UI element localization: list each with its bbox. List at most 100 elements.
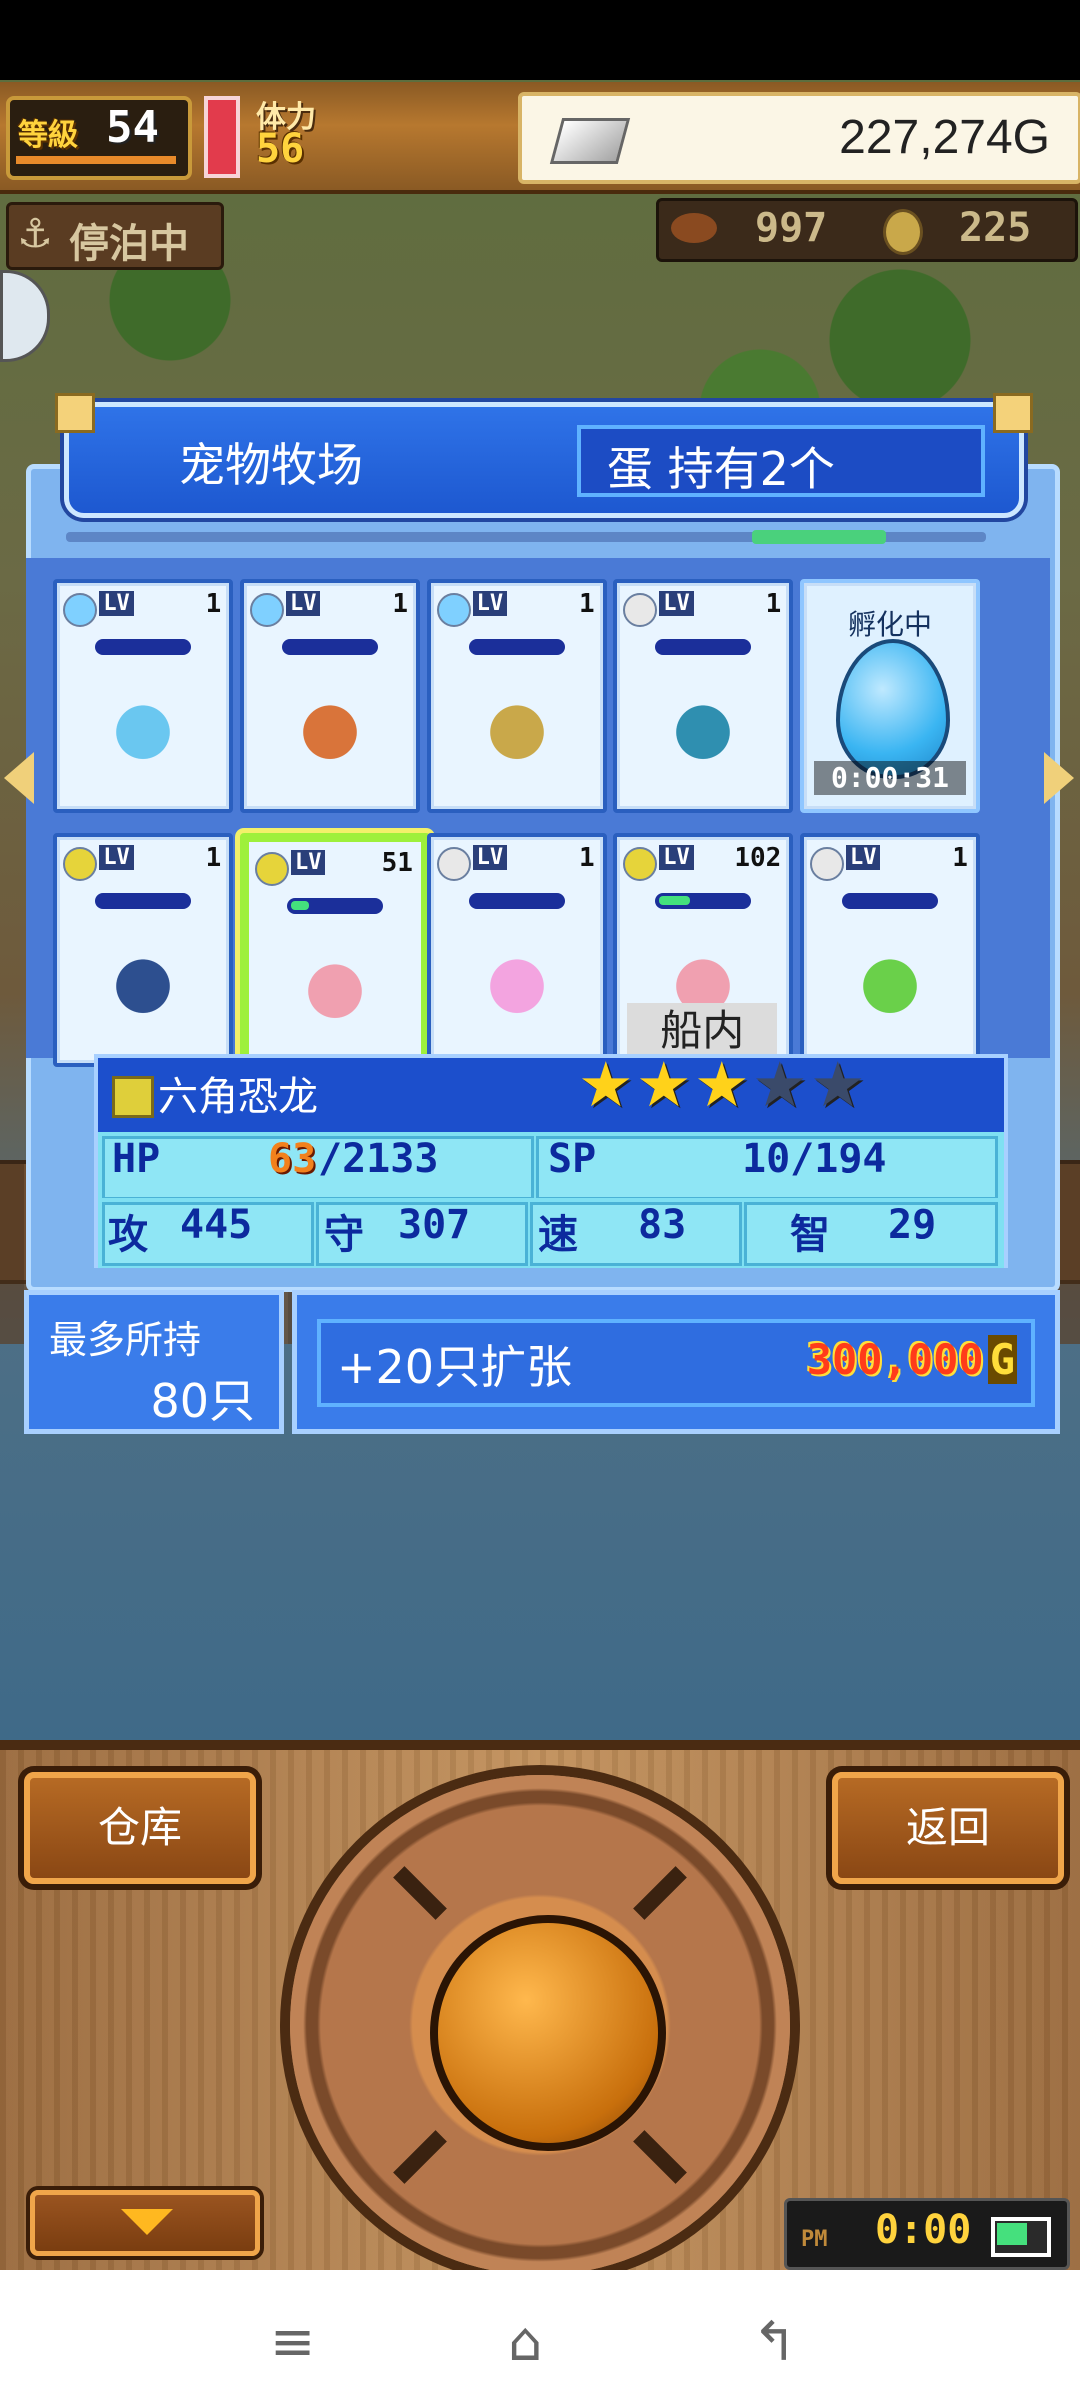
rarity-stars: ★ ★ ★ ★ ★ — [578, 1048, 866, 1132]
pet-level: 51 — [381, 847, 413, 878]
coin-count: 225 — [959, 205, 1032, 251]
pet-card[interactable]: LV 1 — [426, 578, 607, 813]
capacity-box: 最多所持 80只 — [24, 1290, 284, 1434]
lv-label: LV — [99, 590, 134, 616]
corner-ornament — [993, 393, 1033, 433]
control-panel: 仓库 返回 PM 0:00 — [0, 1740, 1080, 2280]
page-scroll-thumb[interactable] — [752, 530, 886, 544]
coin-icon — [883, 209, 923, 255]
dpad-notch — [633, 2130, 687, 2184]
water-element-icon — [63, 592, 98, 627]
food-icon — [671, 213, 717, 243]
pet-level: 1 — [952, 842, 968, 873]
pet-level: 1 — [578, 588, 595, 619]
pet-card[interactable]: LV 1 — [613, 578, 794, 813]
star-filled-icon: ★ — [636, 1048, 692, 1121]
squid-sprite — [289, 688, 370, 761]
pet-card[interactable]: LV 51 — [239, 832, 430, 1077]
clock-time: 0:00 — [875, 2207, 972, 2253]
lv-label: LV — [99, 844, 134, 870]
scroll-down-button[interactable] — [30, 2190, 260, 2256]
egg-slot[interactable]: 孵化中 0:00:31 — [799, 578, 980, 813]
system-nav-bar: ≡ ⌂ ↰ — [0, 2270, 1080, 2400]
expand-capacity-button[interactable]: +20只扩张 300,000 G — [292, 1290, 1060, 1434]
int-label: 智 — [790, 1212, 830, 1258]
thunder-element-icon — [254, 851, 289, 886]
slime-sprite — [103, 688, 184, 761]
pet-card[interactable]: LV 102 船内 — [613, 832, 794, 1067]
pet-card[interactable]: LV 1 — [799, 832, 980, 1067]
exp-bar — [286, 897, 383, 914]
water-element-icon — [249, 592, 284, 627]
directional-pad[interactable] — [290, 1775, 790, 2275]
level-box: 等級 54 — [6, 96, 192, 180]
star-filled-icon: ★ — [578, 1048, 634, 1121]
exp-fill — [290, 900, 309, 910]
gold-amount: 227,274G — [839, 111, 1050, 164]
dpad-notch — [393, 1866, 447, 1920]
expand-currency: G — [987, 1335, 1017, 1384]
lv-label: LV — [659, 590, 694, 616]
water-element-icon — [436, 592, 471, 627]
back-icon[interactable]: ↰ — [752, 2310, 797, 2373]
neutral-element-icon — [623, 592, 658, 627]
prev-page-arrow[interactable] — [4, 752, 34, 804]
pet-card[interactable]: LV 1 — [426, 832, 607, 1067]
stat-row-hp-sp: HP 63 /2133 SP 10/194 — [94, 1132, 1008, 1200]
pet-level: 1 — [392, 588, 408, 619]
hp-label: HP — [112, 1136, 161, 1182]
pet-level: 1 — [205, 588, 222, 619]
exp-bar — [655, 638, 752, 655]
hp-max: /2133 — [318, 1136, 439, 1182]
down-arrow-icon — [121, 2209, 173, 2235]
expand-inner: +20只扩张 300,000 G — [317, 1319, 1035, 1407]
battery-icon — [991, 2217, 1051, 2257]
exp-bar — [95, 638, 192, 655]
def-label: 守 — [324, 1212, 364, 1258]
expand-price: 300,000 G — [807, 1335, 1017, 1384]
exp-bar — [655, 892, 752, 909]
pet-level: 102 — [734, 842, 782, 873]
exp-bar — [95, 892, 192, 909]
lv-label: LV — [472, 590, 508, 616]
sp-label: SP — [548, 1136, 597, 1182]
snake-sprite — [663, 688, 744, 761]
next-page-arrow[interactable] — [1044, 752, 1074, 804]
exp-bar — [16, 156, 176, 164]
top-hud: 等級 54 体力 56 227,274G — [0, 82, 1080, 194]
stamina-gauge — [204, 96, 240, 178]
star-empty-icon: ★ — [752, 1048, 808, 1121]
axolotl-sprite — [294, 947, 375, 1020]
menu-icon[interactable]: ≡ — [270, 2310, 315, 2373]
egg-count-box[interactable]: 蛋 持有2个 — [577, 425, 985, 497]
corner-ornament — [55, 393, 95, 433]
neutral-element-icon — [809, 846, 844, 881]
pet-name: 六角恐龙 — [158, 1074, 318, 1120]
lv-label: LV — [290, 849, 326, 875]
pet-card[interactable]: LV 1 — [53, 832, 234, 1067]
int-value: 29 — [888, 1202, 937, 1248]
stamina-box: 体力 56 — [252, 92, 502, 176]
home-icon[interactable]: ⌂ — [508, 2310, 542, 2373]
bunny-sprite — [476, 942, 557, 1015]
gargoyle-sprite — [103, 942, 184, 1015]
food-count: 997 — [755, 205, 828, 251]
level-value: 54 — [106, 102, 159, 153]
pet-card[interactable]: LV 1 — [53, 578, 234, 813]
dock-status-text: 停泊中 — [69, 221, 189, 267]
thunder-element-icon — [112, 1076, 154, 1118]
lv-label: LV — [659, 844, 694, 870]
silver-bar-icon — [549, 118, 631, 164]
warehouse-button[interactable]: 仓库 — [24, 1772, 256, 1884]
exp-fill — [659, 895, 691, 905]
pet-card[interactable]: LV 1 — [239, 578, 420, 813]
pet-level: 1 — [578, 842, 595, 873]
lv-label: LV — [285, 590, 321, 616]
atk-value: 445 — [180, 1202, 253, 1248]
dpad-center-button[interactable] — [430, 1915, 666, 2151]
spd-label: 速 — [538, 1212, 578, 1258]
back-button[interactable]: 返回 — [832, 1772, 1064, 1884]
game-clock: PM 0:00 — [784, 2198, 1070, 2270]
clock-ampm: PM — [801, 2227, 828, 2252]
egg-icon — [835, 638, 950, 779]
